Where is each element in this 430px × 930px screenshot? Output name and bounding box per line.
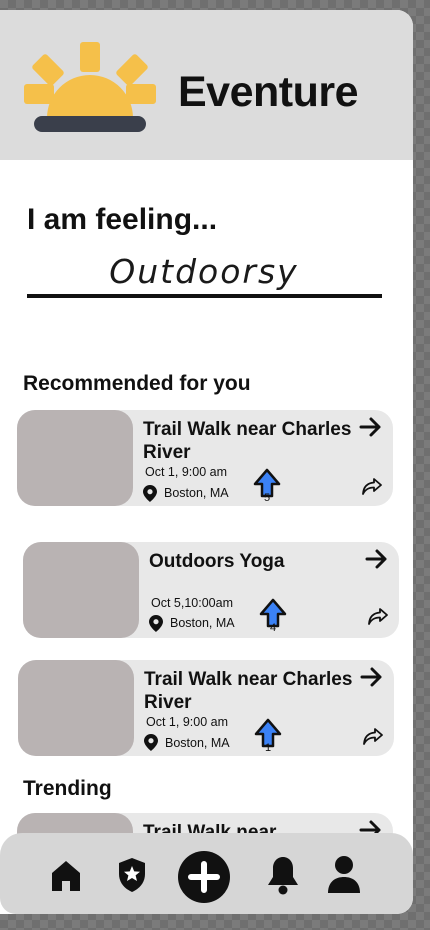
trending-section-title: Trending	[23, 777, 112, 800]
event-thumbnail	[23, 542, 139, 638]
event-date: Oct 5,10:00am	[151, 596, 233, 610]
arrow-right-icon[interactable]	[365, 548, 389, 570]
location-pin-icon	[143, 485, 157, 502]
event-thumbnail	[17, 410, 133, 506]
event-title: Outdoors Yoga	[149, 551, 285, 572]
event-card[interactable]: Outdoors Yoga Oct 5,10:00am Boston, MA 4	[23, 542, 399, 638]
add-icon[interactable]	[177, 850, 231, 904]
event-date: Oct 1, 9:00 am	[146, 715, 228, 729]
app-screen: Eventure I am feeling... Outdoorsy Recom…	[0, 10, 413, 914]
event-title: Trail Walk near Charles River	[144, 669, 353, 713]
event-location: Boston, MA	[165, 736, 230, 750]
share-icon[interactable]	[362, 726, 384, 746]
event-card[interactable]: Trail Walk near Charles River Oct 1, 9:0…	[18, 660, 394, 756]
mood-underline	[27, 294, 382, 298]
recommended-section-title: Recommended for you	[23, 372, 251, 395]
location-pin-icon	[144, 734, 158, 751]
event-card[interactable]: Trail Walk near Charles River Oct 1, 9:0…	[17, 410, 393, 506]
vote-count: 1	[264, 742, 272, 754]
location-pin-icon	[149, 615, 163, 632]
bell-icon[interactable]	[266, 855, 300, 895]
vote-count: 4	[269, 622, 277, 634]
vote-count: 5	[263, 492, 271, 504]
sunrise-logo-icon	[24, 42, 156, 132]
event-location: Boston, MA	[170, 616, 235, 630]
app-header: Eventure	[0, 10, 413, 160]
mood-input[interactable]: Outdoorsy	[27, 252, 381, 291]
bottom-nav-bar	[0, 833, 413, 914]
share-icon[interactable]	[361, 476, 383, 496]
profile-icon[interactable]	[327, 855, 361, 895]
arrow-right-icon[interactable]	[360, 666, 384, 688]
event-location: Boston, MA	[164, 486, 229, 500]
arrow-right-icon[interactable]	[359, 416, 383, 438]
feeling-label: I am feeling...	[27, 203, 218, 236]
home-icon[interactable]	[50, 859, 82, 893]
app-title: Eventure	[178, 68, 359, 116]
event-thumbnail	[18, 660, 134, 756]
share-icon[interactable]	[367, 606, 389, 626]
event-title: Trail Walk near Charles River	[143, 419, 352, 463]
badge-star-icon[interactable]	[117, 857, 147, 893]
event-date: Oct 1, 9:00 am	[145, 465, 227, 479]
